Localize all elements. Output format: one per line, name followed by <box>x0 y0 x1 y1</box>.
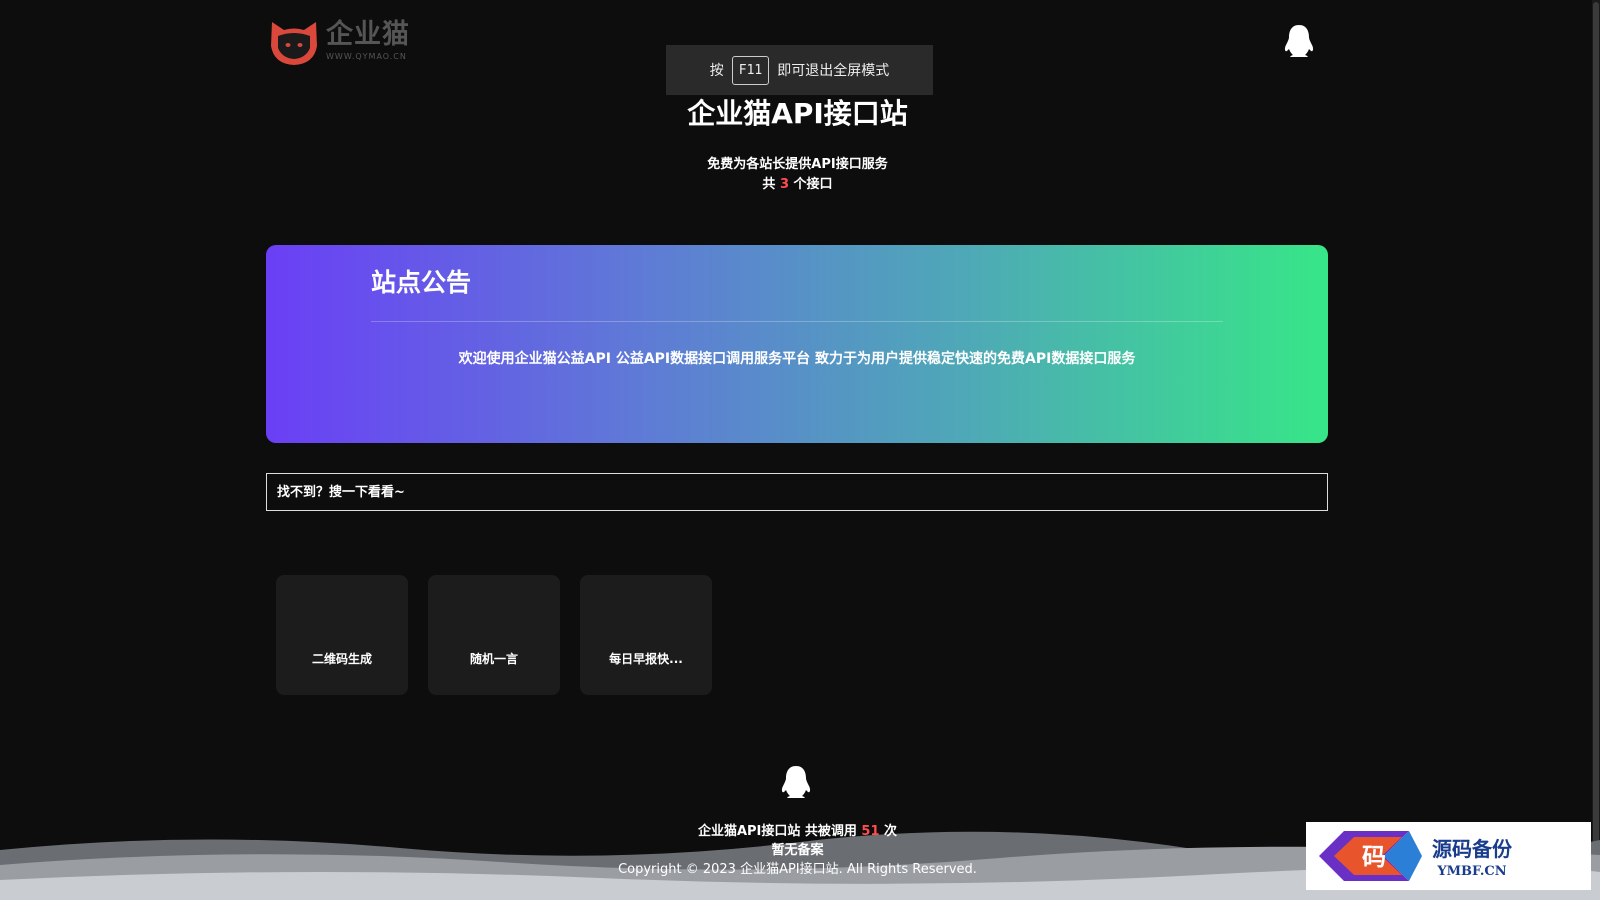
watermark-logo-char: 码 <box>1362 842 1386 871</box>
page-scrollbar[interactable] <box>1592 0 1600 900</box>
toast-prefix: 按 <box>709 63 724 79</box>
watermark-url: YMBF.CN <box>1437 864 1507 879</box>
logo-name: 企业猫 <box>326 19 410 50</box>
notice-divider <box>371 321 1223 322</box>
notice-body: 欢迎使用企业猫公益API 公益API数据接口调用服务平台 致力于为用户提供稳定快… <box>458 351 1136 367</box>
logo-url: WWW.QYMAO.CN <box>326 52 407 61</box>
hero-subtitle: 免费为各站长提供API接口服务 <box>707 157 888 172</box>
notice-title: 站点公告 <box>371 268 472 297</box>
api-count-line: 共 3 个接口 <box>0 175 1595 195</box>
api-card-random-quote[interactable]: 随机一言 <box>428 575 560 695</box>
api-card-qrcode[interactable]: 二维码生成 <box>276 575 408 695</box>
fullscreen-toast: 按 F11 即可退出全屏模式 <box>666 45 933 95</box>
cat-logo-icon <box>271 22 317 65</box>
watermark-logo-icon: 码 <box>1319 831 1422 881</box>
site-notice-panel: 站点公告 欢迎使用企业猫公益API 公益API数据接口调用服务平台 致力于为用户… <box>266 245 1328 443</box>
call-suffix: 次 <box>884 824 898 839</box>
hero-subtitle-block: 免费为各站长提供API接口服务 共 3 个接口 <box>0 155 1595 195</box>
count-suffix: 个接口 <box>793 177 833 192</box>
api-count: 3 <box>779 177 790 192</box>
page-title: 企业猫API接口站 <box>687 97 908 130</box>
api-card-list: 二维码生成 随机一言 每日早报快... <box>276 575 712 695</box>
qq-penguin-icon[interactable] <box>780 765 812 799</box>
f11-key: F11 <box>731 55 770 85</box>
qq-penguin-icon[interactable] <box>1283 24 1315 58</box>
toast-suffix: 即可退出全屏模式 <box>777 63 890 79</box>
site-logo[interactable]: 企业猫 WWW.QYMAO.CN <box>268 18 410 68</box>
search-input[interactable] <box>266 473 1328 511</box>
api-card-label: 每日早报快... <box>609 652 683 666</box>
api-card-label: 二维码生成 <box>311 652 372 666</box>
api-card-daily-news[interactable]: 每日早报快... <box>580 575 712 695</box>
scrollbar-thumb[interactable] <box>1593 2 1599 882</box>
count-prefix: 共 <box>762 177 776 192</box>
call-prefix: 企业猫API接口站 共被调用 <box>697 824 857 839</box>
api-card-label: 随机一言 <box>469 652 518 666</box>
call-count: 51 <box>861 824 880 839</box>
watermark-badge: 码 源码备份 YMBF.CN <box>1306 822 1591 890</box>
watermark-name: 源码备份 <box>1432 837 1512 861</box>
